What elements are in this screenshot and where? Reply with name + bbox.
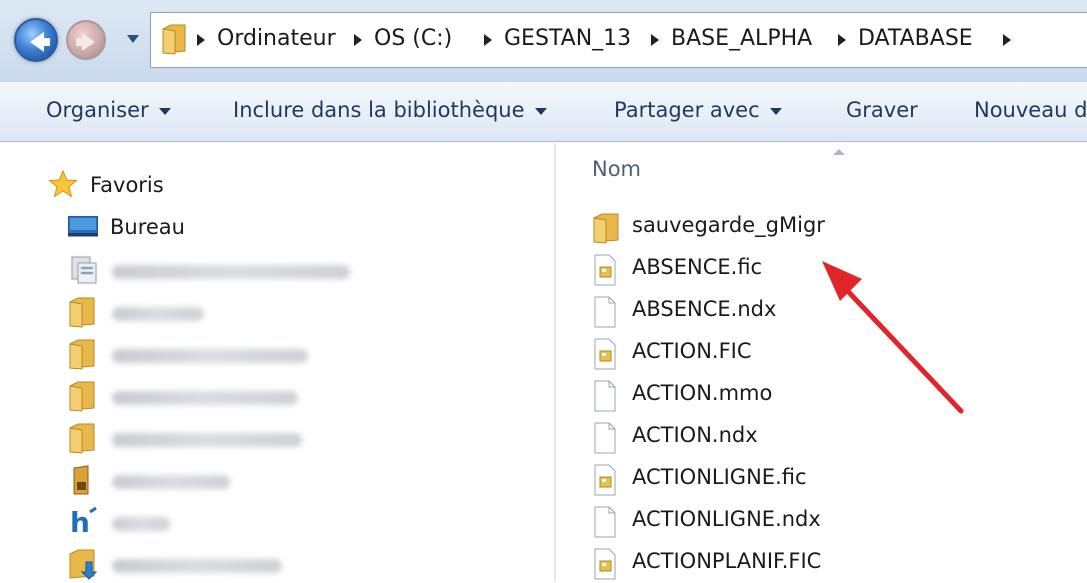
file-row[interactable]: ABSENCE.fic bbox=[592, 249, 892, 289]
file-row[interactable]: sauvegarde_gMigr bbox=[592, 207, 892, 247]
fic-file-icon bbox=[594, 548, 616, 580]
nav-label-favorites: Favoris bbox=[90, 173, 164, 197]
burn-label: Graver bbox=[846, 98, 918, 122]
breadcrumb-separator-icon[interactable] bbox=[354, 34, 362, 46]
file-name: ABSENCE.fic bbox=[632, 255, 763, 279]
fic-file-icon bbox=[594, 338, 616, 370]
blank-file-icon bbox=[594, 422, 616, 454]
breadcrumb-separator-icon[interactable] bbox=[484, 34, 492, 46]
sort-ascending-icon bbox=[833, 149, 845, 155]
share-with-label: Partager avec bbox=[614, 98, 760, 122]
blurred-label bbox=[112, 391, 298, 405]
nav-item-blurred[interactable] bbox=[68, 295, 368, 329]
file-row[interactable]: ABSENCE.ndx bbox=[592, 291, 892, 331]
blurred-label bbox=[112, 265, 350, 279]
breadcrumb-item-gestan-13[interactable]: GESTAN_13 bbox=[504, 26, 631, 51]
recent-pages-chevron-icon[interactable] bbox=[126, 32, 140, 46]
file-name: ACTION.mmo bbox=[632, 381, 773, 405]
file-row[interactable]: ACTION.mmo bbox=[592, 375, 892, 415]
nav-item-blurred[interactable] bbox=[68, 463, 368, 497]
chevron-down-icon bbox=[158, 107, 171, 115]
desktop-icon bbox=[68, 216, 98, 237]
blurred-label bbox=[112, 307, 204, 321]
folder-icon bbox=[162, 24, 186, 55]
include-library-menu-button[interactable]: Inclure dans la bibliothèque bbox=[233, 98, 547, 122]
svg-text:h: h bbox=[70, 506, 90, 538]
nav-item-favorites[interactable]: Favoris bbox=[48, 169, 348, 203]
organize-menu-button[interactable]: Organiser bbox=[46, 98, 171, 122]
forward-button[interactable] bbox=[66, 20, 106, 60]
chevron-down-icon bbox=[769, 107, 782, 115]
blurred-label bbox=[112, 349, 308, 363]
breadcrumb-item-ordinateur[interactable]: Ordinateur bbox=[217, 26, 336, 51]
file-row[interactable]: ACTIONLIGNE.fic bbox=[592, 459, 892, 499]
breadcrumb-separator-icon[interactable] bbox=[197, 34, 205, 46]
new-folder-label: Nouveau d bbox=[974, 98, 1087, 122]
back-button[interactable] bbox=[14, 18, 58, 62]
breadcrumb[interactable]: Ordinateur OS (C:) GESTAN_13 BASE_ALPHA … bbox=[150, 12, 1087, 68]
breadcrumb-item-base-alpha[interactable]: BASE_ALPHA bbox=[671, 26, 812, 51]
breadcrumb-separator-icon[interactable] bbox=[838, 34, 846, 46]
file-name: ABSENCE.ndx bbox=[632, 297, 777, 321]
blank-file-icon bbox=[594, 506, 616, 538]
app-icon bbox=[73, 465, 89, 495]
file-name: ACTIONLIGNE.ndx bbox=[632, 507, 821, 531]
nav-item-blurred[interactable] bbox=[68, 421, 368, 455]
nav-item-blurred[interactable] bbox=[68, 253, 368, 287]
folder-icon bbox=[69, 297, 95, 328]
blank-file-icon bbox=[594, 380, 616, 412]
fic-file-icon bbox=[594, 464, 616, 496]
file-row[interactable]: ACTION.ndx bbox=[592, 417, 892, 457]
nav-item-blurred[interactable] bbox=[68, 547, 368, 581]
nav-label-desktop: Bureau bbox=[110, 215, 185, 239]
share-with-menu-button[interactable]: Partager avec bbox=[614, 98, 782, 122]
breadcrumb-item-os-c[interactable]: OS (C:) bbox=[374, 26, 452, 51]
breadcrumb-separator-icon[interactable] bbox=[1003, 34, 1011, 46]
nav-item-blurred[interactable] bbox=[68, 379, 368, 413]
back-arrow-icon bbox=[30, 32, 50, 52]
breadcrumb-separator-icon[interactable] bbox=[651, 34, 659, 46]
fic-file-icon bbox=[594, 254, 616, 286]
downloads-folder-icon bbox=[69, 549, 98, 580]
new-folder-button[interactable]: Nouveau d bbox=[974, 98, 1087, 122]
navigation-pane: Favoris Bureau h bbox=[0, 143, 554, 582]
nav-item-blurred[interactable]: h bbox=[68, 505, 368, 539]
file-row[interactable]: ACTIONLIGNE.ndx bbox=[592, 501, 892, 541]
file-name: sauvegarde_gMigr bbox=[632, 213, 825, 237]
command-toolbar: Organiser Inclure dans la bibliothèque P… bbox=[0, 82, 1087, 142]
forward-arrow-icon bbox=[76, 33, 95, 51]
file-list-pane: Nom sauvegarde_gMigr ABSENCE.fic ABSENCE… bbox=[556, 143, 1087, 582]
recent-places-icon bbox=[71, 256, 97, 284]
folder-icon bbox=[69, 381, 95, 412]
file-name: ACTIONPLANIF.FIC bbox=[632, 549, 822, 573]
star-icon bbox=[48, 169, 78, 198]
address-bar-region: Ordinateur OS (C:) GESTAN_13 BASE_ALPHA … bbox=[0, 0, 1087, 82]
nav-item-blurred[interactable] bbox=[68, 337, 368, 371]
folder-icon bbox=[69, 339, 95, 370]
blurred-label bbox=[112, 475, 230, 489]
blank-file-icon bbox=[594, 296, 616, 328]
burn-button[interactable]: Graver bbox=[846, 98, 918, 122]
folder-icon bbox=[69, 423, 95, 454]
nav-item-desktop[interactable]: Bureau bbox=[68, 211, 368, 245]
breadcrumb-item-database[interactable]: DATABASE bbox=[858, 26, 973, 51]
file-name: ACTIONLIGNE.fic bbox=[632, 465, 807, 489]
blurred-label bbox=[112, 559, 282, 573]
file-row[interactable]: ACTION.FIC bbox=[592, 333, 892, 373]
file-row[interactable]: ACTIONPLANIF.FIC bbox=[592, 543, 892, 583]
column-header-name[interactable]: Nom bbox=[592, 157, 641, 181]
blurred-label bbox=[112, 433, 302, 447]
file-name: ACTION.FIC bbox=[632, 339, 752, 363]
blurred-label bbox=[112, 517, 170, 531]
h-app-icon: h bbox=[70, 506, 97, 538]
chevron-down-icon bbox=[534, 107, 547, 115]
folder-icon bbox=[593, 213, 619, 244]
organize-label: Organiser bbox=[46, 98, 149, 122]
include-library-label: Inclure dans la bibliothèque bbox=[233, 98, 525, 122]
file-name: ACTION.ndx bbox=[632, 423, 758, 447]
